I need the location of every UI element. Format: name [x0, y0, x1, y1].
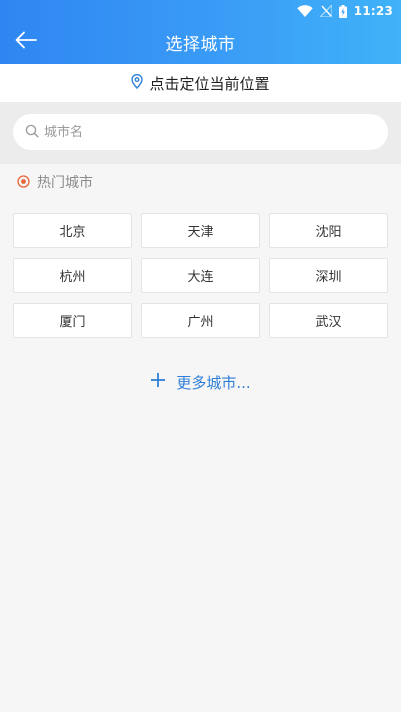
- hot-cities-header: 热门城市: [17, 173, 93, 191]
- battery-charging-icon: [338, 4, 347, 18]
- city-button-hangzhou[interactable]: 杭州: [13, 258, 132, 293]
- search-icon: [25, 123, 39, 142]
- city-button-wuhan[interactable]: 武汉: [269, 303, 388, 338]
- status-bar: 11:23: [0, 0, 401, 22]
- city-button-xiamen[interactable]: 厦门: [13, 303, 132, 338]
- wifi-icon: [297, 5, 313, 17]
- locate-current-position-button[interactable]: 点击定位当前位置: [0, 64, 401, 102]
- city-button-guangzhou[interactable]: 广州: [141, 303, 260, 338]
- plus-icon: [150, 372, 166, 392]
- more-cities-label: 更多城市...: [176, 373, 251, 392]
- no-signal-icon: [319, 5, 332, 17]
- city-button-dalian[interactable]: 大连: [141, 258, 260, 293]
- search-section: [0, 102, 401, 164]
- city-search-input[interactable]: [44, 117, 364, 147]
- city-button-beijing[interactable]: 北京: [13, 213, 132, 248]
- city-button-shenyang[interactable]: 沈阳: [269, 213, 388, 248]
- location-pin-icon: [131, 73, 144, 93]
- target-dot-icon: [17, 173, 30, 192]
- search-box[interactable]: [13, 114, 388, 150]
- status-time: 11:23: [353, 4, 393, 18]
- more-cities-button[interactable]: 更多城市...: [0, 370, 401, 394]
- locate-label: 点击定位当前位置: [149, 74, 270, 93]
- city-button-tianjin[interactable]: 天津: [141, 213, 260, 248]
- page-title: 选择城市: [165, 35, 236, 55]
- hot-cities-title: 热门城市: [37, 175, 93, 191]
- city-button-shenzhen[interactable]: 深圳: [269, 258, 388, 293]
- hot-cities-grid: 北京 天津 沈阳 杭州 大连 深圳 厦门 广州 武汉: [13, 213, 388, 338]
- app-header: 11:23 选择城市: [0, 0, 401, 64]
